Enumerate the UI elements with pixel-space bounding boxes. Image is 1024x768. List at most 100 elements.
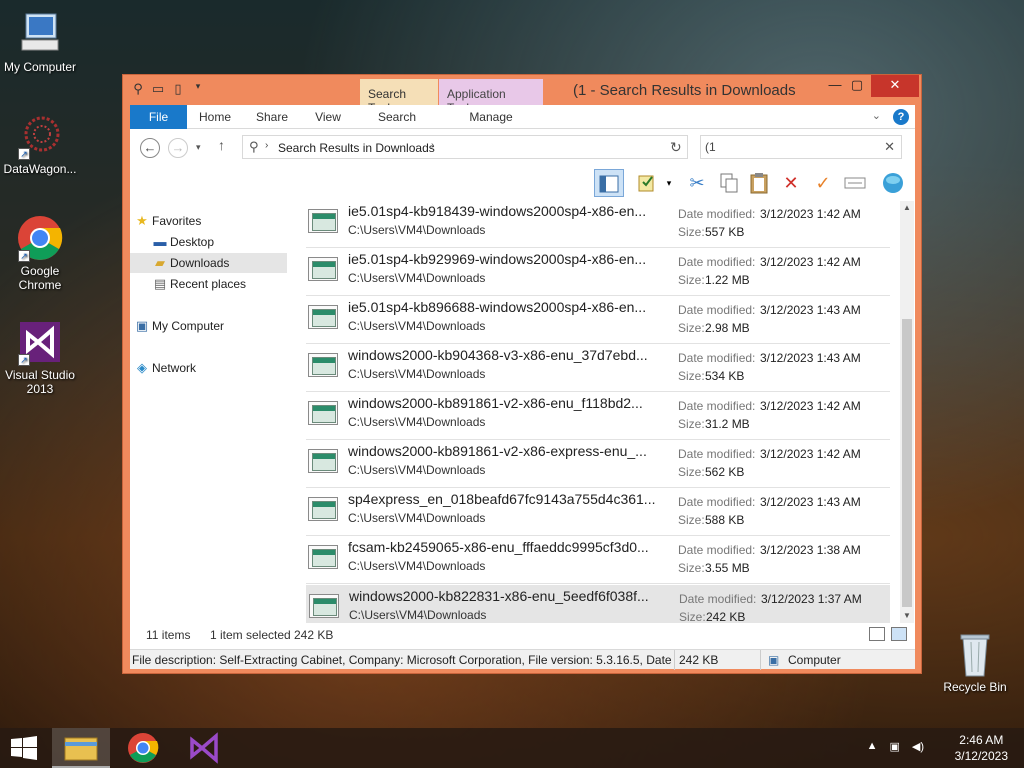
list-item[interactable]: ie5.01sp4-kb918439-windows2000sp4-x86-en… bbox=[306, 201, 890, 248]
chevron-down-icon[interactable]: ▾ bbox=[662, 169, 676, 197]
nav-label: Downloads bbox=[170, 256, 230, 270]
taskbar-file-explorer[interactable] bbox=[52, 728, 110, 768]
desktop-icon-visual-studio[interactable]: ↗ Visual Studio 2013 bbox=[0, 318, 80, 396]
list-item[interactable]: ie5.01sp4-kb896688-windows2000sp4-x86-en… bbox=[306, 297, 890, 344]
start-button[interactable] bbox=[10, 736, 38, 760]
installer-file-icon bbox=[309, 594, 339, 618]
address-bar[interactable]: ⚲ › Search Results in Downloads › ⌄ bbox=[242, 135, 762, 159]
file-list: ie5.01sp4-kb918439-windows2000sp4-x86-en… bbox=[300, 201, 900, 623]
refresh-icon[interactable]: ↻ bbox=[670, 139, 682, 156]
date-modified-value: 3/12/2023 1:43 AM bbox=[760, 495, 861, 509]
properties-icon[interactable]: ▭ bbox=[151, 81, 165, 97]
desktop-icon-recycle-bin[interactable]: Recycle Bin bbox=[935, 630, 1015, 694]
date-modified-label: Date modified: bbox=[678, 255, 756, 269]
file-name: windows2000-kb822831-x86-enu_5eedf6f038f… bbox=[349, 588, 649, 604]
search-icon[interactable]: ⚲ bbox=[131, 81, 145, 97]
show-hidden-icons-icon[interactable]: ▲ bbox=[867, 740, 878, 753]
installer-file-icon bbox=[308, 353, 338, 377]
select-icon[interactable] bbox=[840, 169, 870, 197]
date-modified-value: 3/12/2023 1:42 AM bbox=[760, 399, 861, 413]
globe-icon[interactable] bbox=[878, 169, 908, 197]
large-icons-view-icon[interactable] bbox=[891, 627, 907, 641]
folder-icon bbox=[64, 737, 98, 761]
scroll-thumb[interactable] bbox=[902, 319, 912, 607]
list-item[interactable]: windows2000-kb891861-v2-x86-express-enu_… bbox=[306, 441, 890, 488]
tab-file[interactable]: File bbox=[130, 105, 187, 129]
list-item[interactable]: windows2000-kb904368-v3-x86-enu_37d7ebd.… bbox=[306, 345, 890, 392]
breadcrumb-arrow-icon[interactable]: › bbox=[265, 140, 268, 151]
size-value: 534 KB bbox=[705, 369, 745, 383]
network-icon[interactable]: ▣ bbox=[889, 740, 899, 753]
new-folder-icon[interactable]: ▯ bbox=[171, 81, 185, 97]
file-name: ie5.01sp4-kb929969-windows2000sp4-x86-en… bbox=[348, 251, 647, 267]
quick-access-toolbar: ⚲ ▭ ▯ ▾ bbox=[131, 81, 205, 97]
properties-button[interactable] bbox=[632, 169, 662, 197]
tab-home[interactable]: Home bbox=[192, 105, 238, 129]
list-item[interactable]: windows2000-kb891861-v2-x86-enu_f118bd2.… bbox=[306, 393, 890, 440]
shortcut-arrow-icon: ↗ bbox=[18, 148, 30, 160]
forward-button[interactable]: → bbox=[168, 138, 188, 158]
details-view-icon[interactable] bbox=[869, 627, 885, 641]
desktop-icon-datawagon[interactable]: ↗ DataWagon... bbox=[0, 112, 80, 176]
nav-desktop[interactable]: ▬ Desktop bbox=[130, 232, 287, 252]
desktop-icon-chrome[interactable]: ↗ Google Chrome bbox=[0, 214, 80, 292]
nav-downloads[interactable]: ▰ Downloads bbox=[130, 253, 287, 273]
address-row: ← → ▾ ↑ ⚲ › Search Results in Downloads … bbox=[130, 130, 915, 164]
scroll-up-icon[interactable]: ▲ bbox=[900, 201, 914, 215]
file-name: ie5.01sp4-kb896688-windows2000sp4-x86-en… bbox=[348, 299, 647, 315]
list-item[interactable]: fcsam-kb2459065-x86-enu_fffaeddc9995cf3d… bbox=[306, 537, 890, 584]
taskbar-visual-studio[interactable] bbox=[176, 728, 234, 768]
size-label: Size: bbox=[678, 561, 705, 575]
vertical-scrollbar[interactable]: ▲ ▼ bbox=[900, 201, 914, 623]
help-icon[interactable]: ? bbox=[893, 109, 909, 125]
maximize-button[interactable]: ▢ bbox=[843, 75, 871, 97]
breadcrumb[interactable]: Search Results in Downloads bbox=[278, 141, 435, 155]
nav-my-computer[interactable]: ▣ My Computer bbox=[130, 316, 287, 336]
clock[interactable]: 2:46 AM 3/12/2023 bbox=[955, 732, 1008, 764]
title-bar[interactable]: ⚲ ▭ ▯ ▾ Search Tools Application Tools (… bbox=[123, 75, 921, 115]
paste-icon[interactable] bbox=[744, 169, 774, 197]
list-item[interactable]: sp4express_en_018beafd67fc9143a755d4c361… bbox=[306, 489, 890, 536]
scroll-down-icon[interactable]: ▼ bbox=[900, 609, 914, 623]
rename-icon[interactable]: ✓ bbox=[808, 169, 838, 197]
shortcut-arrow-icon: ↗ bbox=[18, 250, 30, 262]
clear-search-icon[interactable]: ✕ bbox=[884, 139, 895, 155]
expand-ribbon-icon[interactable]: ⌄ bbox=[872, 109, 881, 125]
list-item[interactable]: ie5.01sp4-kb929969-windows2000sp4-x86-en… bbox=[306, 249, 890, 296]
delete-icon[interactable]: ✕ bbox=[776, 169, 806, 197]
nav-recent-places[interactable]: ▤ Recent places bbox=[130, 274, 287, 294]
recycle-bin-icon bbox=[951, 630, 999, 678]
date-modified-value: 3/12/2023 1:42 AM bbox=[760, 255, 861, 269]
preview-pane-button[interactable] bbox=[594, 169, 624, 197]
nav-network[interactable]: ◈ Network bbox=[130, 358, 287, 378]
recent-locations-icon[interactable]: ▾ bbox=[196, 142, 201, 153]
divider bbox=[674, 650, 675, 670]
search-input[interactable] bbox=[705, 139, 875, 155]
nav-label: Favorites bbox=[152, 214, 202, 228]
chevron-down-icon[interactable]: ▾ bbox=[191, 81, 205, 97]
divider bbox=[760, 650, 761, 670]
back-button[interactable]: ← bbox=[140, 138, 160, 158]
tab-search[interactable]: Search bbox=[361, 105, 433, 129]
volume-icon[interactable]: ◀) bbox=[912, 740, 924, 753]
list-item[interactable]: windows2000-kb822831-x86-enu_5eedf6f038f… bbox=[306, 585, 890, 623]
up-button[interactable]: ↑ bbox=[218, 137, 225, 153]
size-value: 1.22 MB bbox=[705, 273, 750, 287]
taskbar-chrome[interactable] bbox=[114, 728, 172, 768]
clock-date: 3/12/2023 bbox=[954, 749, 1008, 763]
search-box[interactable]: ✕ bbox=[700, 135, 902, 159]
clock-time: 2:46 AM bbox=[959, 733, 1004, 747]
date-modified-label: Date modified: bbox=[678, 207, 756, 221]
cut-icon[interactable]: ✂ bbox=[682, 169, 712, 197]
tab-manage[interactable]: Manage bbox=[446, 105, 536, 129]
desktop-icon-my-computer[interactable]: My Computer bbox=[0, 10, 80, 74]
desktop-icon-label: Recycle Bin bbox=[943, 680, 1007, 694]
breadcrumb-arrow-icon[interactable]: › bbox=[431, 140, 434, 151]
copy-icon[interactable] bbox=[714, 169, 744, 197]
tab-view[interactable]: View bbox=[308, 105, 348, 129]
nav-favorites[interactable]: ★ Favorites bbox=[130, 211, 287, 231]
close-button[interactable]: ✕ bbox=[871, 75, 919, 97]
tab-share[interactable]: Share bbox=[250, 105, 294, 129]
installer-file-icon bbox=[308, 545, 338, 569]
size-label: Size: bbox=[678, 225, 705, 239]
